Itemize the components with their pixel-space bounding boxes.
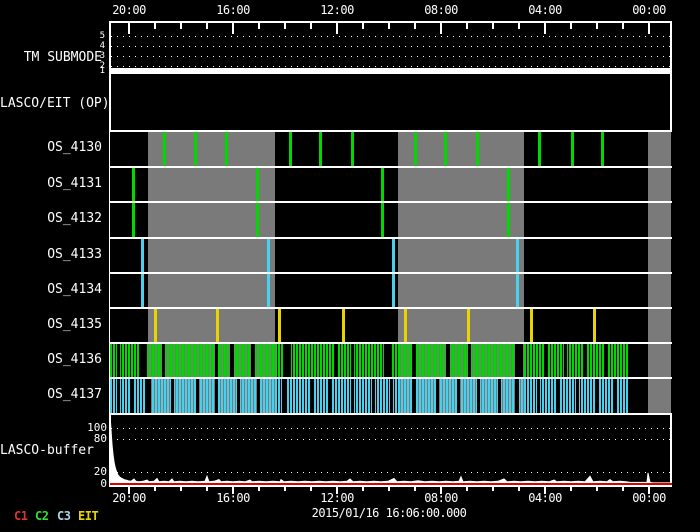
plot-area: 20:00 20:00 16:00 16:00 12:00 12:00 08:00 08:00… [0,0,700,532]
buffer-usage-area [109,413,672,485]
legend-item-eit: EIT [78,509,99,523]
buffer-curve [109,413,672,485]
buffer-baseline-red [110,482,672,485]
legend-item-c1: C1 [14,509,28,523]
legend-item-c2: C2 [35,509,49,523]
soho-lasco-timeline-plot: TM SUBMODE LASCO/EIT (OP) LASCO-buffer 2… [0,0,700,532]
legend-item-c3: C3 [57,509,71,523]
